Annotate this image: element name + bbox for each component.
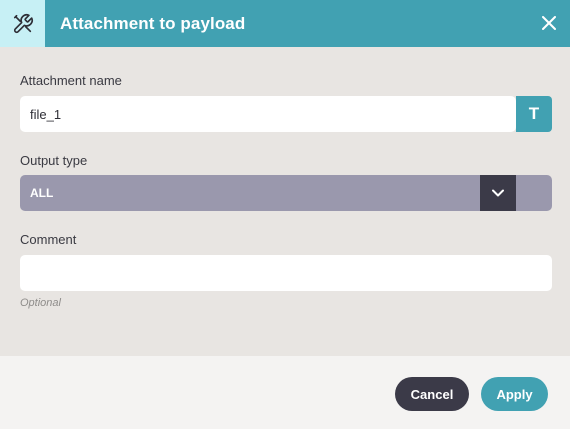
output-type-label: Output type — [20, 153, 88, 168]
chevron-down-icon — [492, 189, 504, 197]
tools-icon — [0, 0, 45, 47]
dialog-footer: Cancel Apply — [0, 356, 570, 429]
close-button[interactable] — [539, 13, 559, 33]
comment-label: Comment — [20, 232, 77, 247]
cancel-button[interactable]: Cancel — [395, 377, 469, 411]
attachment-dialog: Attachment to payload Attachment name T … — [0, 0, 570, 429]
text-type-label: T — [528, 104, 540, 123]
dialog-header: Attachment to payload — [0, 0, 570, 47]
output-type-select[interactable]: ALL — [20, 175, 552, 211]
output-type-value: ALL — [30, 186, 54, 200]
dialog-body: Attachment name T Output type ALL Commen… — [0, 47, 570, 356]
comment-hint: Optional — [20, 297, 61, 309]
dropdown-toggle[interactable] — [480, 175, 516, 211]
comment-input[interactable] — [20, 255, 552, 291]
text-type-button[interactable]: T — [516, 96, 552, 132]
dialog-title: Attachment to payload — [60, 13, 246, 33]
attachment-name-label: Attachment name — [20, 73, 122, 88]
attachment-name-input[interactable] — [20, 96, 516, 132]
apply-button[interactable]: Apply — [481, 377, 548, 411]
close-icon — [542, 16, 556, 30]
